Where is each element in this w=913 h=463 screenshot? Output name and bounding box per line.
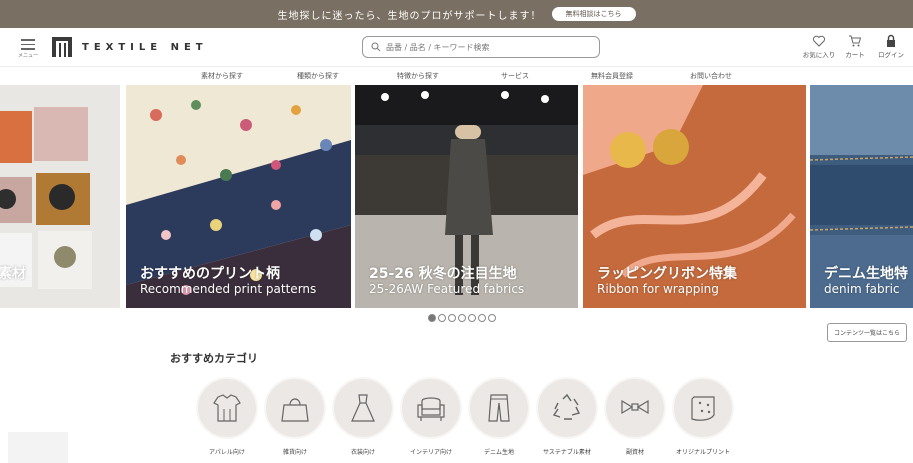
carousel-slide[interactable]: 素材 <box>0 85 120 308</box>
hamburger-icon-bar <box>21 43 35 45</box>
cart-label: カート <box>845 51 865 59</box>
nav-item-feature[interactable]: 特徴から探す <box>397 71 439 81</box>
nav-item-signup[interactable]: 無料会員登録 <box>591 71 633 81</box>
category-item-accessories[interactable]: 副資材 <box>601 377 669 456</box>
carousel-slide[interactable]: 25-26 秋冬の注目生地 25-26AW Featured fabrics <box>355 85 578 308</box>
category-section-title: おすすめカテゴリ <box>170 352 258 365</box>
carousel-dot[interactable] <box>448 314 456 322</box>
category-label: アパレル向け <box>209 449 245 456</box>
category-item-goods[interactable]: 雑貨向け <box>261 377 329 456</box>
category-circle <box>468 377 530 439</box>
hero-carousel: 素材 おすすめのプリント柄 Recommended print patterns <box>0 85 913 308</box>
category-circle <box>604 377 666 439</box>
lock-icon <box>887 34 895 47</box>
category-circle <box>332 377 394 439</box>
carousel-dot[interactable] <box>468 314 476 322</box>
cart-icon <box>849 35 862 47</box>
site-header: メニュー TEXTILE NET お気に入り <box>0 28 913 66</box>
category-item-costume[interactable]: 衣装向け <box>329 377 397 456</box>
category-label: 副資材 <box>625 449 644 456</box>
carousel-slide[interactable]: デニム生地特 denim fabric <box>810 85 913 308</box>
carousel-dot[interactable] <box>428 314 436 322</box>
carousel-dot[interactable] <box>478 314 486 322</box>
hamburger-icon <box>21 39 35 41</box>
sofa-icon <box>417 397 445 421</box>
header-actions: お気に入り カート ログイン <box>801 34 909 59</box>
carousel-dot[interactable] <box>438 314 446 322</box>
apparel-icon <box>213 394 241 422</box>
category-item-original-print[interactable]: オリジナルプリント <box>669 377 737 456</box>
nav-item-type[interactable]: 種類から探す <box>297 71 339 81</box>
category-label: デニム生地 <box>483 449 514 456</box>
category-circle <box>264 377 326 439</box>
category-label: 雑貨向け <box>282 449 307 456</box>
ribbon-icon <box>621 399 649 415</box>
announcement-bar: 生地探しに迷ったら、生地のプロがサポートします！ 無料相談はこちら <box>0 0 913 28</box>
login-button[interactable]: ログイン <box>873 34 909 59</box>
carousel-slide[interactable]: おすすめのプリント柄 Recommended print patterns <box>126 85 351 308</box>
menu-button[interactable]: メニュー <box>17 36 39 60</box>
cart-button[interactable]: カート <box>837 34 873 59</box>
slide-subtitle: 25-26AW Featured fabrics <box>369 282 525 296</box>
category-item-interior[interactable]: インテリア向け <box>397 377 465 456</box>
category-circle <box>196 377 258 439</box>
slide-title: 素材 <box>0 266 26 282</box>
favorites-label: お気に入り <box>802 51 836 59</box>
category-label: 衣装向け <box>350 449 375 456</box>
nav-item-material[interactable]: 素材から探す <box>201 71 243 81</box>
nav-item-contact[interactable]: お問い合わせ <box>690 71 732 81</box>
slide-title: ラッピングリボン特集 <box>597 266 737 282</box>
slide-subtitle: Ribbon for wrapping <box>597 282 719 296</box>
category-circle <box>400 377 462 439</box>
recycle-icon <box>552 393 581 420</box>
category-item-sustainable[interactable]: サステナブル素材 <box>533 377 601 456</box>
logo-mark-icon <box>52 37 72 57</box>
category-circle <box>536 377 598 439</box>
floating-widget <box>8 432 68 463</box>
logo-text: TEXTILE NET <box>82 41 208 53</box>
category-list: アパレル向け 雑貨向け 衣装向け インテリア向け デニム生地 サステナブル素材 … <box>193 377 737 456</box>
heart-icon <box>812 35 826 47</box>
slide-title: 25-26 秋冬の注目生地 <box>369 266 517 282</box>
carousel-slide[interactable]: ラッピングリボン特集 Ribbon for wrapping <box>583 85 806 308</box>
category-label: インテリア向け <box>409 449 452 456</box>
carousel-dot[interactable] <box>488 314 496 322</box>
global-nav: 素材から探す 種類から探す 特徴から探す サービス 無料会員登録 お問い合わせ <box>0 66 913 84</box>
carousel-pagination <box>428 314 498 322</box>
site-logo[interactable]: TEXTILE NET <box>52 37 208 57</box>
category-item-apparel[interactable]: アパレル向け <box>193 377 261 456</box>
slide-title: おすすめのプリント柄 <box>140 266 280 282</box>
slide-subtitle: denim fabric <box>824 282 900 296</box>
announcement-text: 生地探しに迷ったら、生地のプロがサポートします！ <box>277 10 542 22</box>
bag-icon <box>281 398 309 422</box>
slide-title: デニム生地特 <box>824 266 908 282</box>
jeans-icon <box>488 394 510 422</box>
category-label: サステナブル素材 <box>543 449 591 456</box>
free-consultation-button[interactable]: 無料相談はこちら <box>551 7 636 21</box>
search-icon <box>371 42 381 52</box>
slide-subtitle: Recommended print patterns <box>140 282 317 296</box>
favorites-button[interactable]: お気に入り <box>801 34 837 59</box>
category-item-denim[interactable]: デニム生地 <box>465 377 533 456</box>
content-list-button[interactable]: コンテンツ一覧はこちら <box>826 323 907 342</box>
login-label: ログイン <box>878 51 904 59</box>
category-label: オリジナルプリント <box>675 449 730 456</box>
dress-icon <box>351 394 375 422</box>
search-input[interactable] <box>386 42 586 52</box>
print-icon <box>691 396 715 421</box>
search-box[interactable] <box>362 36 600 58</box>
carousel-dot[interactable] <box>458 314 466 322</box>
hamburger-icon-bar <box>21 48 35 50</box>
category-circle <box>672 377 734 439</box>
menu-label: メニュー <box>17 52 38 59</box>
nav-item-service[interactable]: サービス <box>501 71 529 81</box>
